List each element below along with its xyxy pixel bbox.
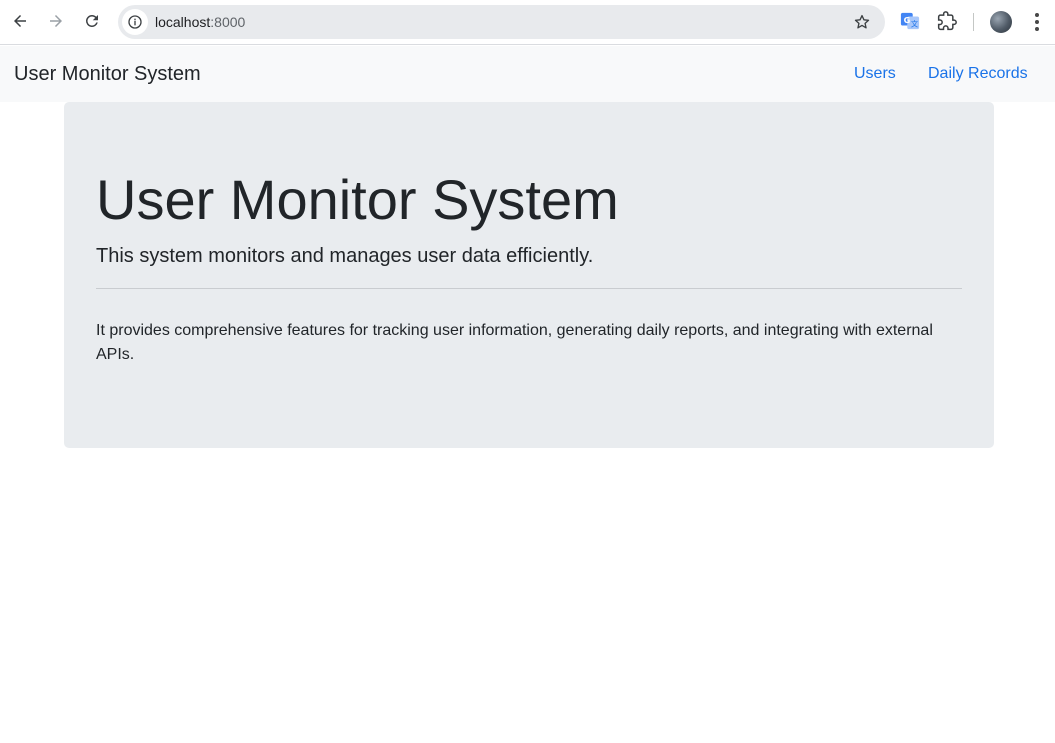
navbar-brand[interactable]: User Monitor System bbox=[14, 46, 201, 102]
url-host: localhost bbox=[155, 14, 211, 30]
kebab-menu-icon[interactable] bbox=[1027, 10, 1047, 34]
avatar[interactable] bbox=[990, 11, 1012, 33]
star-icon[interactable] bbox=[853, 13, 871, 31]
nav-link-users[interactable]: Users bbox=[854, 46, 896, 102]
reload-button[interactable] bbox=[80, 9, 104, 33]
url-text: localhost:8000 bbox=[155, 5, 245, 39]
nav-link-daily-records[interactable]: Daily Records bbox=[928, 46, 1028, 102]
page-title: User Monitor System bbox=[96, 168, 619, 231]
arrow-forward-icon bbox=[50, 15, 62, 27]
lead-text: This system monitors and manages user da… bbox=[96, 245, 594, 267]
divider bbox=[96, 288, 962, 289]
browser-toolbar: localhost:8000 G 文 bbox=[0, 0, 1055, 45]
svg-text:G: G bbox=[904, 15, 911, 25]
google-translate-icon: G 文 bbox=[900, 12, 920, 30]
svg-text:文: 文 bbox=[911, 19, 919, 28]
arrow-back-icon bbox=[14, 15, 26, 27]
address-bar[interactable]: localhost:8000 bbox=[118, 5, 885, 39]
forward-button[interactable] bbox=[44, 9, 68, 33]
url-port: :8000 bbox=[210, 14, 246, 30]
navbar: User Monitor System Users Daily Records bbox=[0, 46, 1055, 102]
puzzle-icon bbox=[937, 11, 957, 31]
jumbotron: User Monitor System This system monitors… bbox=[64, 102, 994, 448]
extensions-button[interactable] bbox=[936, 10, 958, 32]
description-text: It provides comprehensive features for t… bbox=[96, 322, 933, 363]
toolbar-divider bbox=[973, 13, 974, 31]
translate-extension-button[interactable]: G 文 bbox=[899, 10, 921, 32]
reload-icon bbox=[85, 14, 98, 27]
info-icon bbox=[128, 15, 142, 29]
site-info-button[interactable] bbox=[122, 9, 148, 35]
back-button[interactable] bbox=[8, 9, 32, 33]
